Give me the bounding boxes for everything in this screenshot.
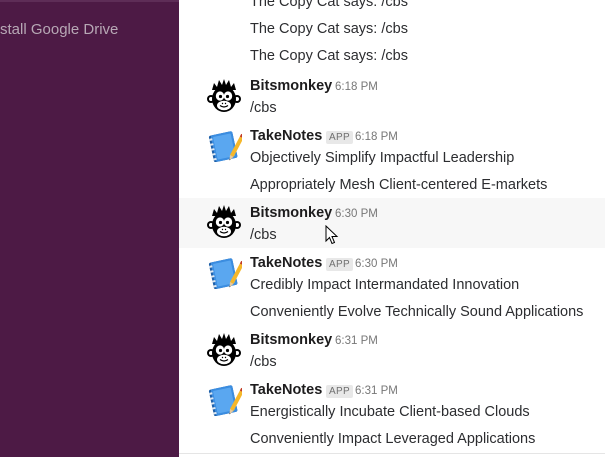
message-pane[interactable]: The Copy Cat says: /cbs The Copy Cat say… [179,0,605,457]
message-timestamp[interactable]: 6:18 PM [355,131,398,143]
sidebar-divider [0,0,179,2]
message-author[interactable]: TakeNotes [250,382,322,398]
app-badge: APP [326,385,353,398]
message-author[interactable]: Bitsmonkey [250,78,332,94]
message[interactable]: TakeNotes APP 6:31 PM Energistically Inc… [179,376,605,454]
message-text: Conveniently Evolve Technically Sound Ap… [250,304,584,320]
message-timestamp[interactable]: 6:31 PM [335,335,378,347]
message[interactable]: Bitsmonkey 6:31 PM /cbs [179,326,605,376]
monkey-avatar-icon[interactable] [206,332,242,368]
message-text: The Copy Cat says: /cbs [250,21,408,37]
message-author[interactable]: Bitsmonkey [250,205,332,221]
message-text: The Copy Cat says: /cbs [250,0,408,10]
message-text: Credibly Impact Intermandated Innovation [250,277,520,293]
message-text: /cbs [250,100,277,116]
notebook-pen-icon[interactable] [206,128,242,164]
message-text: /cbs [250,354,277,370]
message-text: Objectively Simplify Impactful Leadershi… [250,150,515,166]
message-author[interactable]: TakeNotes [250,128,322,144]
notebook-pen-icon[interactable] [206,255,242,291]
message[interactable]: Bitsmonkey 6:30 PM /cbs [179,198,605,248]
message-text: Energistically Incubate Client-based Clo… [250,404,530,420]
install-google-drive-link[interactable]: stall Google Drive [0,21,118,38]
message-timestamp[interactable]: 6:31 PM [355,385,398,397]
workspace-sidebar: stall Google Drive [0,0,179,457]
message-timestamp[interactable]: 6:30 PM [355,258,398,270]
composer-divider [179,453,605,454]
monkey-avatar-icon[interactable] [206,78,242,114]
message-author[interactable]: Bitsmonkey [250,332,332,348]
message-timestamp[interactable]: 6:18 PM [335,81,378,93]
message[interactable]: Bitsmonkey 6:18 PM /cbs [179,72,605,122]
message-text: Conveniently Impact Leveraged Applicatio… [250,431,536,447]
message-text: The Copy Cat says: /cbs [250,48,408,64]
notebook-pen-icon[interactable] [206,382,242,418]
message-text: /cbs [250,227,277,243]
message[interactable]: TakeNotes APP 6:18 PM Objectively Simpli… [179,122,605,198]
message-timestamp[interactable]: 6:30 PM [335,208,378,220]
message-group[interactable]: The Copy Cat says: /cbs The Copy Cat say… [179,0,605,72]
app-badge: APP [326,258,353,271]
message-author[interactable]: TakeNotes [250,255,322,271]
monkey-avatar-icon[interactable] [206,204,242,240]
message[interactable]: TakeNotes APP 6:30 PM Credibly Impact In… [179,249,605,325]
message-text: Appropriately Mesh Client-centered E-mar… [250,177,548,193]
app-badge: APP [326,131,353,144]
